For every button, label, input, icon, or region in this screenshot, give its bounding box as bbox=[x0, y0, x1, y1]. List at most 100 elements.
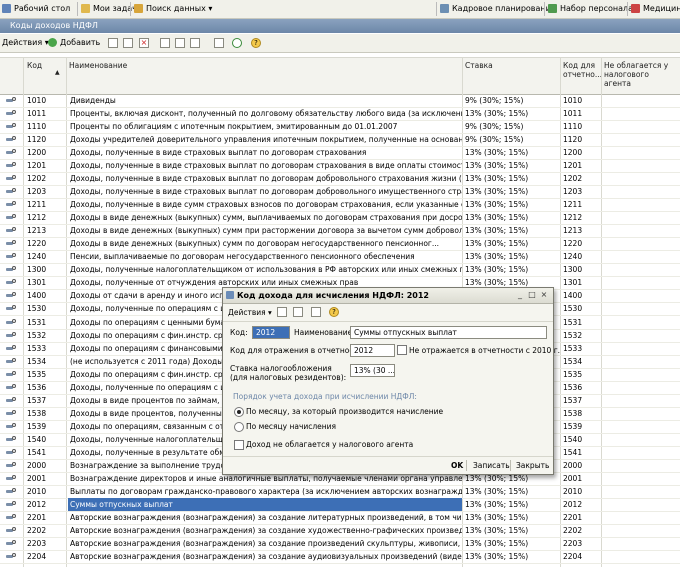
save-button[interactable]: Записать bbox=[473, 460, 510, 471]
row-name: Проценты, включая дисконт, полученный по… bbox=[70, 109, 462, 119]
filter-clear-icon[interactable] bbox=[175, 38, 185, 48]
row-code: 1532 bbox=[27, 330, 47, 340]
search-data-link[interactable]: Поиск данных ▾ bbox=[134, 3, 212, 15]
help-icon[interactable]: ? bbox=[251, 38, 261, 48]
filter-icon[interactable] bbox=[160, 38, 170, 48]
row-report-code: 2000 bbox=[563, 460, 583, 470]
add-icon bbox=[48, 38, 57, 47]
table-row[interactable]: 1213 Доходы в виде денежных (выкупных) су… bbox=[0, 224, 680, 239]
report-code-label: Код для отражения в отчетности: bbox=[230, 346, 366, 355]
row-item-icon bbox=[6, 344, 17, 352]
row-name: Авторские вознаграждения (вознаграждения… bbox=[70, 525, 462, 535]
header-code[interactable]: Код bbox=[27, 61, 42, 70]
table-row[interactable]: 1211 Доходы, полученные в виде сумм страх… bbox=[0, 198, 680, 213]
row-report-code: 1539 bbox=[563, 421, 583, 431]
row-report-code: 1010 bbox=[563, 96, 583, 105]
desktop-link[interactable]: Рабочий стол bbox=[2, 3, 70, 15]
section-label: Порядок учета дохода при исчислении НДФЛ… bbox=[233, 392, 417, 401]
not-taxable-checkbox[interactable] bbox=[234, 440, 244, 450]
write-icon[interactable] bbox=[293, 307, 303, 317]
by-accrual-month-radio[interactable] bbox=[234, 407, 244, 417]
row-rate: 9% (30%; 15%) bbox=[465, 135, 524, 145]
table-row[interactable]: 2202 Авторские вознаграждения (вознагражд… bbox=[0, 524, 680, 538]
header-name[interactable]: Наименование bbox=[69, 61, 127, 70]
row-report-code: 2202 bbox=[563, 525, 583, 535]
row-name: Доходы в виде денежных (выкупных) сумм п… bbox=[70, 226, 462, 236]
table-row[interactable]: 1201 Доходы, полученные в виде страховых … bbox=[0, 159, 680, 174]
refresh-icon[interactable] bbox=[232, 38, 242, 48]
row-rate: 13% (30%; 15%) bbox=[465, 239, 529, 249]
dialog-actions-button[interactable]: Действия ▾ bbox=[228, 308, 272, 318]
report-code-field[interactable]: 2012 bbox=[350, 344, 395, 357]
header-not-taxable[interactable]: Не облагается у налогового агента bbox=[604, 61, 678, 88]
edit-icon[interactable] bbox=[123, 38, 133, 48]
row-report-code: 1120 bbox=[563, 135, 583, 145]
table-row[interactable]: 1202 Доходы, полученные в виде страховых … bbox=[0, 172, 680, 187]
top-command-bar: Рабочий стол Мои задачи Поиск данных ▾ К… bbox=[0, 0, 680, 19]
my-tasks-link[interactable]: Мои задачи bbox=[81, 3, 142, 15]
table-row[interactable]: 1010 Дивиденды 9% (30%; 15%) 1010 bbox=[0, 94, 680, 108]
table-row[interactable]: 2203 Авторские вознаграждения (вознагражд… bbox=[0, 537, 680, 552]
actions-menu-button[interactable]: Действия ▾ bbox=[2, 37, 49, 49]
not-reported-label: Не отражается в отчетности с 2010 г. bbox=[409, 346, 561, 355]
table-row[interactable]: 1011 Проценты, включая дисконт, полученны… bbox=[0, 107, 680, 122]
radio2-label: По месяцу начисления bbox=[246, 422, 337, 431]
name-field[interactable]: Суммы отпускных выплат bbox=[350, 326, 547, 339]
maximize-icon[interactable]: □ bbox=[527, 290, 537, 300]
actions-label: Действия bbox=[2, 38, 43, 47]
row-rate: 13% (30%; 15%) bbox=[465, 148, 529, 158]
table-row[interactable]: 1240 Пенсии, выплачиваемые по договорам н… bbox=[0, 250, 680, 265]
filter-list-icon[interactable] bbox=[190, 38, 200, 48]
minimize-icon[interactable]: _ bbox=[515, 290, 525, 300]
dialog-footer: OK Записать Закрыть bbox=[223, 456, 553, 474]
delete-icon[interactable]: × bbox=[139, 38, 149, 48]
hr-planning-link[interactable]: Кадровое планирование bbox=[440, 3, 556, 15]
sort-icon[interactable] bbox=[214, 38, 224, 48]
add-button[interactable]: Добавить bbox=[48, 37, 100, 49]
row-report-code: 1400 bbox=[563, 291, 583, 301]
row-report-code: 2204 bbox=[563, 552, 583, 562]
document-icon[interactable] bbox=[311, 307, 321, 317]
header-rate[interactable]: Ставка bbox=[465, 61, 493, 70]
row-item-icon bbox=[6, 188, 17, 195]
medical-link[interactable]: Медицинс bbox=[631, 3, 680, 15]
row-code: 1120 bbox=[27, 135, 47, 145]
row-code: 1534 bbox=[27, 356, 47, 366]
row-name: Доходы, полученные в виде сумм страховых… bbox=[70, 200, 462, 210]
close-icon[interactable]: × bbox=[539, 290, 549, 300]
dialog-titlebar: Код дохода для исчисления НДФЛ: 2012 _ □… bbox=[223, 288, 553, 304]
code-field[interactable]: 2012 bbox=[252, 326, 290, 339]
sort-asc-icon: ▲ bbox=[55, 69, 60, 76]
recruitment-link[interactable]: Набор персонала bbox=[548, 3, 633, 15]
row-rate: 13% (30%; 15%) bbox=[465, 109, 529, 119]
table-row[interactable]: 1120 Доходы учредителей доверительного уп… bbox=[0, 133, 680, 148]
table-row[interactable]: 2204 Авторские вознаграждения (вознагражд… bbox=[0, 550, 680, 565]
table-row[interactable]: 1110 Проценты по облигациям с ипотечным п… bbox=[0, 120, 680, 135]
save-icon[interactable] bbox=[277, 307, 287, 317]
copy-icon[interactable] bbox=[108, 38, 118, 48]
window-title: Коды доходов НДФЛ bbox=[10, 21, 98, 30]
dialog-title: Код дохода для исчисления НДФЛ: 2012 bbox=[237, 291, 429, 300]
row-name: Дивиденды bbox=[70, 96, 116, 105]
row-report-code: 2203 bbox=[563, 539, 583, 549]
table-row[interactable]: 1300 Доходы, полученные налогоплательщико… bbox=[0, 263, 680, 278]
table-row[interactable]: 2201 Авторские вознаграждения (вознагражд… bbox=[0, 511, 680, 525]
table-row[interactable]: 1220 Доходы в виде денежных (выкупных) су… bbox=[0, 237, 680, 252]
close-button[interactable]: Закрыть bbox=[516, 460, 549, 471]
row-report-code: 1301 bbox=[563, 278, 583, 288]
table-row[interactable]: 1203 Доходы, полученные в виде страховых … bbox=[0, 185, 680, 200]
table-row[interactable]: 1212 Доходы в виде денежных (выкупных) су… bbox=[0, 211, 680, 226]
row-item-icon bbox=[6, 305, 17, 312]
row-report-code: 1200 bbox=[563, 148, 583, 158]
ok-button[interactable]: OK bbox=[451, 460, 463, 471]
by-payment-month-radio[interactable] bbox=[234, 422, 244, 432]
header-report-code[interactable]: Код для отчетно... bbox=[563, 61, 602, 79]
help-icon[interactable]: ? bbox=[329, 307, 339, 317]
not-reported-checkbox[interactable] bbox=[397, 345, 407, 355]
medical-icon bbox=[631, 4, 640, 13]
rate-field[interactable]: 13% (30 ... bbox=[350, 364, 395, 377]
table-row[interactable]: 2010 Выплаты по договорам гражданско-прав… bbox=[0, 485, 680, 499]
table-row[interactable]: 2012 Суммы отпускных выплат 13% (30%; 15%)… bbox=[0, 497, 680, 512]
table-row[interactable]: 1200 Доходы, полученные в виде страховых … bbox=[0, 146, 680, 161]
row-item-icon bbox=[6, 461, 17, 469]
